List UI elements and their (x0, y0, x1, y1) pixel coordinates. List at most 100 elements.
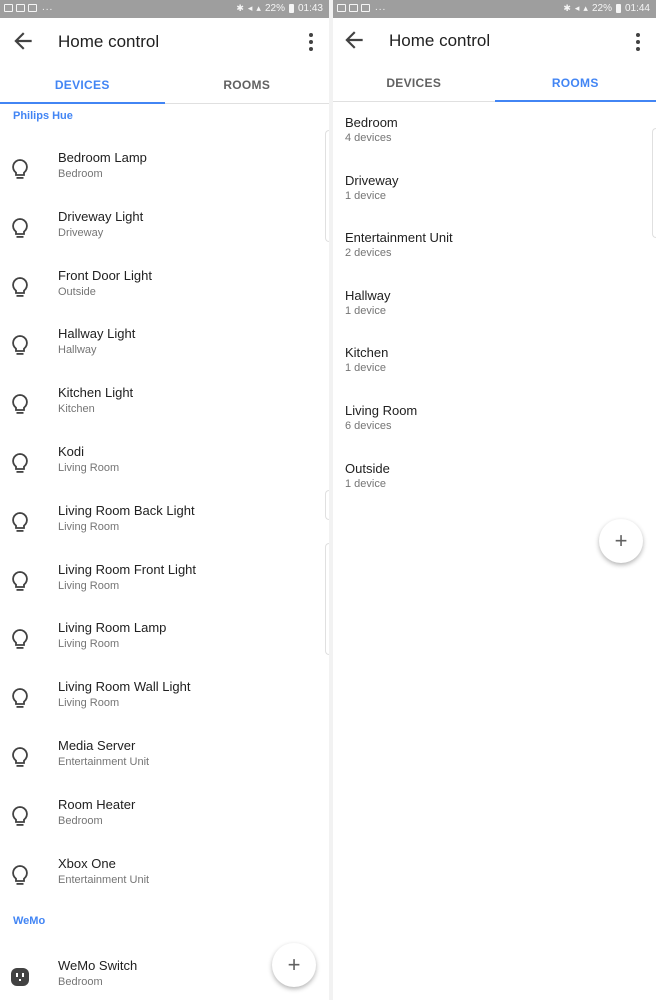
tab-rooms[interactable]: ROOMS (494, 64, 656, 102)
device-row[interactable]: Living Room Wall Light Living Room (0, 671, 329, 729)
room-device-count: 1 device (345, 304, 386, 317)
arrow-back-icon (345, 31, 363, 49)
battery-icon (288, 4, 294, 13)
room-row[interactable]: Living Room 6 devices (333, 403, 656, 459)
image-notification-icon (361, 4, 370, 12)
device-name: Bedroom Lamp (58, 150, 147, 165)
device-row[interactable]: Living Room Front Light Living Room (0, 554, 329, 612)
room-row[interactable]: Hallway 1 device (333, 288, 656, 344)
more-notifications-icon: ... (375, 2, 387, 13)
more-notifications-icon: ... (42, 2, 54, 13)
lightbulb-icon (10, 628, 32, 652)
device-row[interactable]: Room Heater Bedroom (0, 789, 329, 847)
room-name: Outside (345, 460, 390, 476)
signal-icon: ▴ (583, 3, 588, 13)
device-room: Living Room (58, 520, 120, 533)
lightbulb-icon (10, 864, 32, 888)
room-device-count: 2 devices (345, 247, 392, 260)
mail-notification-icon (349, 4, 358, 12)
device-row[interactable]: Hallway Light Hallway (0, 318, 329, 376)
image-notification-icon (28, 4, 37, 12)
mail-notification-icon (16, 4, 25, 12)
device-room: Bedroom (58, 168, 103, 180)
lightbulb-icon (10, 158, 32, 182)
bluetooth-icon: ✱ (563, 3, 571, 13)
app-title: Home control (389, 31, 491, 50)
room-row[interactable]: Driveway 1 device (333, 173, 656, 229)
device-row[interactable]: Xbox One Entertainment Unit (0, 848, 329, 906)
overflow-menu-button[interactable] (301, 30, 321, 54)
notification-icons: ... (337, 3, 386, 13)
room-device-count: 1 device (345, 477, 386, 490)
device-name: Living Room Lamp (58, 620, 167, 636)
lightbulb-icon (10, 805, 32, 829)
outlet-icon (10, 966, 32, 990)
room-device-count: 1 device (345, 189, 386, 202)
room-device-count: 1 device (345, 362, 386, 375)
more-vert-icon (309, 33, 313, 37)
device-row[interactable]: Living Room Lamp Living Room (0, 612, 329, 670)
lightbulb-icon (10, 687, 32, 711)
mute-icon: ◂ (247, 3, 253, 13)
overflow-menu-button[interactable] (628, 30, 648, 54)
device-name: Kitchen Light (58, 385, 134, 401)
device-room: Living Room (58, 638, 120, 651)
bluetooth-icon: ✱ (236, 3, 244, 13)
device-name: Room Heater (58, 796, 136, 812)
status-time: 01:44 (624, 3, 650, 14)
room-row[interactable]: Bedroom 4 devices (333, 115, 656, 171)
scroll-edge-indicator (652, 128, 656, 238)
room-name: Entertainment Unit (345, 230, 453, 246)
more-vert-icon (636, 33, 640, 37)
device-name: Living Room Wall Light (58, 679, 191, 695)
battery-percent: 22% (264, 3, 285, 14)
devices-screen: ... ✱ ◂ ▴ 22% 01:43 Home control DEVICES… (0, 0, 329, 1000)
device-room: Entertainment Unit (58, 756, 150, 768)
status-bar: ... ✱ ◂ ▴ 22% 01:43 (0, 0, 329, 18)
device-name: Xbox One (58, 855, 116, 871)
section-header-philips-hue: Philips Hue (13, 110, 73, 122)
lightbulb-icon (10, 217, 32, 241)
signal-icon: ▴ (256, 3, 261, 13)
gallery-notification-icon (4, 4, 13, 12)
room-row[interactable]: Outside 1 device (333, 461, 656, 517)
device-name: Driveway Light (58, 208, 144, 224)
device-row[interactable]: Driveway Light Driveway (0, 201, 329, 259)
device-row[interactable]: Kodi Living Room (0, 436, 329, 494)
room-name: Kitchen (345, 345, 389, 361)
device-name: Front Door Light (58, 267, 152, 283)
lightbulb-icon (10, 393, 32, 417)
back-button[interactable] (341, 27, 367, 53)
device-row[interactable]: Kitchen Light Kitchen (0, 377, 329, 435)
device-room: Living Room (58, 697, 120, 710)
tab-devices[interactable]: DEVICES (333, 64, 495, 101)
device-name: Living Room Back Light (58, 502, 195, 518)
back-button[interactable] (10, 28, 36, 54)
room-name: Hallway (345, 287, 391, 303)
app-bar: Home control (0, 18, 329, 66)
device-name: Kodi (58, 444, 85, 459)
device-row[interactable]: Media Server Entertainment Unit (0, 730, 329, 788)
lightbulb-icon (10, 276, 32, 300)
device-name: WeMo Switch (58, 958, 138, 973)
device-row[interactable]: Living Room Back Light Living Room (0, 495, 329, 553)
tab-rooms[interactable]: ROOMS (165, 66, 330, 103)
notification-icons: ... (4, 3, 53, 13)
tab-bar: DEVICES ROOMS (0, 66, 329, 104)
device-room: Bedroom (58, 814, 103, 827)
add-room-button[interactable]: + (599, 519, 643, 563)
battery-icon (615, 4, 621, 13)
device-room: Kitchen (58, 403, 95, 416)
status-time: 01:43 (297, 3, 323, 14)
room-device-count: 4 devices (345, 132, 392, 144)
tab-devices[interactable]: DEVICES (0, 66, 165, 104)
device-room: Entertainment Unit (58, 873, 150, 886)
room-row[interactable]: Entertainment Unit 2 devices (333, 230, 656, 286)
device-row[interactable]: Bedroom Lamp Bedroom (0, 142, 329, 200)
section-header-wemo: WeMo (13, 915, 46, 927)
device-row[interactable]: Front Door Light Outside (0, 260, 329, 318)
room-row[interactable]: Kitchen 1 device (333, 345, 656, 401)
device-name: Living Room Front Light (58, 561, 197, 577)
rooms-screen: ... ✱ ◂ ▴ 22% 01:44 Home control DEVICES… (333, 0, 656, 1000)
add-device-button[interactable]: + (272, 943, 316, 987)
